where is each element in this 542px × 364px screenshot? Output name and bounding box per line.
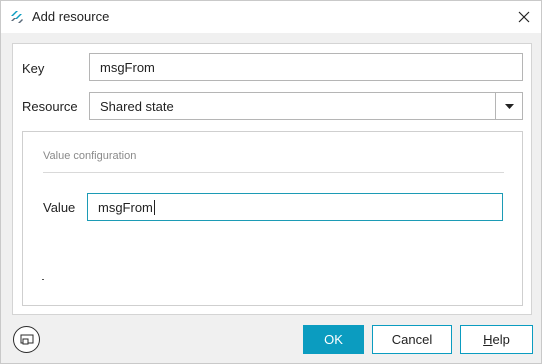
caret-down-icon <box>504 103 514 109</box>
add-resource-dialog: Add resource Key msgFrom Resource Shared… <box>0 0 542 364</box>
resource-dropdown-button[interactable] <box>495 93 522 119</box>
resource-select-value: Shared state <box>100 98 174 114</box>
close-button[interactable] <box>511 5 537 29</box>
dialog-title: Add resource <box>32 9 110 24</box>
ok-button[interactable]: OK <box>303 325 364 354</box>
group-divider <box>43 172 504 173</box>
help-label-rest: elp <box>492 332 510 347</box>
help-button[interactable]: Help <box>460 325 533 354</box>
close-icon <box>518 11 530 23</box>
resource-select[interactable]: Shared state <box>89 92 523 120</box>
cancel-button[interactable]: Cancel <box>372 325 452 354</box>
resource-label: Resource <box>22 99 78 114</box>
key-input[interactable]: msgFrom <box>89 53 523 81</box>
text-cursor <box>153 199 155 215</box>
title-bar: Add resource <box>1 1 541 33</box>
value-input[interactable]: msgFrom <box>87 193 503 221</box>
window-settings-button[interactable] <box>13 326 40 353</box>
app-logo-icon <box>10 10 24 24</box>
value-configuration-group: Value configuration Value msgFrom <box>22 131 523 306</box>
dialog-content: Key msgFrom Resource Shared state Value … <box>12 43 532 315</box>
key-label: Key <box>22 61 45 76</box>
help-accesskey: H <box>483 332 493 347</box>
window-settings-icon <box>20 334 33 344</box>
key-input-value: msgFrom <box>100 59 155 75</box>
value-input-value: msgFrom <box>98 199 153 215</box>
stray-dot <box>42 279 44 280</box>
value-label: Value <box>43 200 76 215</box>
value-configuration-title: Value configuration <box>43 150 137 162</box>
